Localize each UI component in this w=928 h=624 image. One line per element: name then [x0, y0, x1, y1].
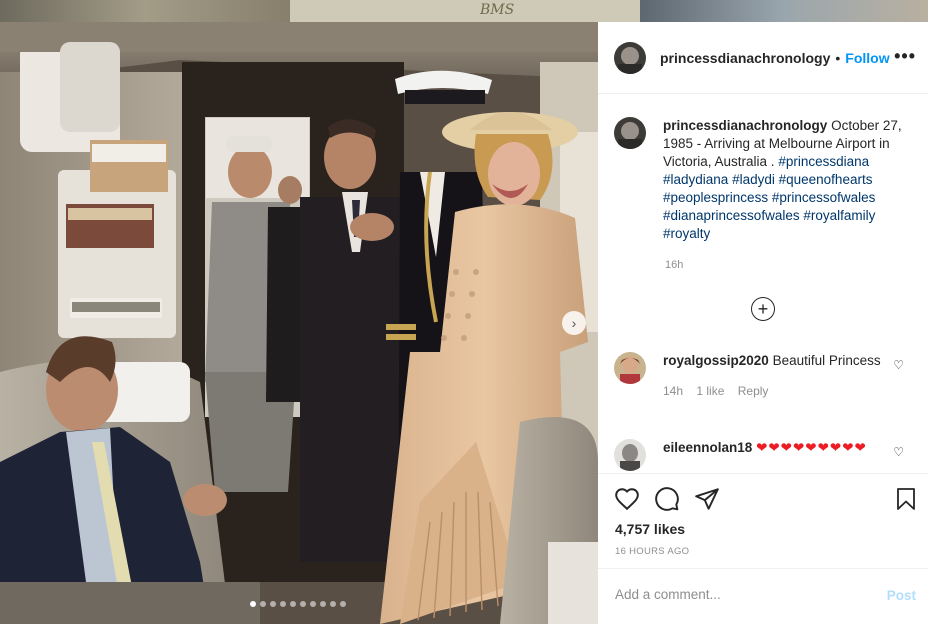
hashtag-link[interactable]: #ladydi	[732, 172, 775, 187]
post-comment-button[interactable]: Post	[887, 588, 916, 603]
avatar-image	[614, 352, 646, 384]
carousel-dot	[260, 601, 266, 607]
background-page-strip: BMS	[0, 0, 928, 22]
like-heart-icon[interactable]	[614, 486, 640, 512]
carousel-dots	[250, 601, 346, 607]
post-timestamp[interactable]: 16 HOURS AGO	[615, 546, 689, 557]
plus-circle-icon: +	[757, 299, 769, 319]
comment-item: royalgossip2020 Beautiful Princess 14h 1…	[614, 352, 914, 400]
likes-count[interactable]: 4,757 likes	[615, 521, 685, 537]
carousel-dot	[340, 601, 346, 607]
carousel-dot	[250, 601, 256, 607]
save-bookmark-icon[interactable]	[894, 486, 918, 512]
next-photo-button[interactable]: ›	[562, 311, 586, 335]
caption-text: princessdianachronology October 27, 1985…	[663, 117, 903, 243]
commenter-avatar[interactable]	[614, 439, 646, 471]
carousel-dot	[280, 601, 286, 607]
comment-item: eileennolan18 ❤❤❤❤❤❤❤❤❤ ♡	[614, 439, 914, 471]
share-paper-plane-icon[interactable]	[694, 486, 720, 512]
hashtag-link[interactable]: #peoplesprincess	[663, 190, 768, 205]
author-username[interactable]: princessdianachronology	[660, 50, 830, 66]
carousel-dot	[300, 601, 306, 607]
add-comment-input[interactable]	[615, 587, 865, 602]
comment-username[interactable]: royalgossip2020	[663, 353, 769, 368]
post-photo[interactable]: ›	[0, 22, 598, 624]
avatar-image	[614, 439, 646, 471]
post-side-panel: princessdianachronology • Follow ••• pri…	[598, 22, 928, 624]
comment-username[interactable]: eileennolan18	[663, 440, 752, 455]
background-image-center	[290, 0, 640, 22]
caption: princessdianachronology October 27, 1985…	[614, 117, 914, 243]
comment-text: ❤❤❤❤❤❤❤❤❤	[756, 440, 867, 455]
comment-meta: 14h 1 like Reply	[663, 382, 883, 400]
caption-avatar[interactable]	[614, 117, 646, 149]
avatar-image	[614, 41, 646, 74]
commenter-avatar[interactable]	[614, 352, 646, 384]
hashtag-link[interactable]: #queenofhearts	[779, 172, 873, 187]
caption-username[interactable]: princessdianachronology	[663, 118, 827, 133]
comment-time: 14h	[663, 384, 684, 398]
hashtag-link[interactable]: #royalty	[663, 226, 710, 241]
action-icons	[614, 486, 915, 514]
hashtag-link[interactable]: #dianaprincessofwales	[663, 208, 800, 223]
background-brand-text: BMS	[480, 2, 515, 18]
hashtag-link[interactable]: #princessofwales	[772, 190, 876, 205]
caption-time: 16h	[665, 259, 684, 271]
carousel-dot	[330, 601, 336, 607]
carousel-dot	[270, 601, 276, 607]
comment-reply-button[interactable]: Reply	[738, 384, 769, 398]
comments-scroll-area[interactable]: princessdianachronology October 27, 1985…	[598, 95, 928, 495]
post-actions: 4,757 likes 16 HOURS AGO	[598, 473, 928, 568]
follow-button[interactable]: Follow	[845, 50, 889, 66]
hashtag-link[interactable]: #royalfamily	[803, 208, 875, 223]
comment-text: Beautiful Princess	[772, 353, 881, 368]
comment-body: eileennolan18 ❤❤❤❤❤❤❤❤❤	[663, 439, 883, 471]
post-modal: › princessdianachronology • Follow ••• p…	[0, 22, 928, 624]
comment-like-heart-icon[interactable]: ♡	[893, 445, 904, 459]
carousel-dot	[290, 601, 296, 607]
avatar-image	[614, 117, 646, 149]
comment-body: royalgossip2020 Beautiful Princess 14h 1…	[663, 352, 883, 400]
comment-like-heart-icon[interactable]: ♡	[893, 358, 904, 372]
background-image-right	[640, 0, 928, 22]
comment-bubble-icon[interactable]	[654, 486, 680, 512]
photo-illustration	[0, 22, 598, 624]
load-more-comments-button[interactable]: +	[751, 297, 775, 321]
author-avatar[interactable]	[614, 41, 646, 74]
chevron-right-icon: ›	[571, 315, 577, 331]
add-comment-form: Post	[598, 568, 928, 624]
background-image-left	[0, 0, 290, 22]
hashtag-link[interactable]: #princessdiana	[778, 154, 869, 169]
comment-likes[interactable]: 1 like	[696, 384, 724, 398]
hashtag-link[interactable]: #ladydiana	[663, 172, 728, 187]
carousel-dot	[320, 601, 326, 607]
post-header: princessdianachronology • Follow •••	[598, 22, 928, 94]
header-separator: •	[835, 49, 841, 66]
more-options-icon[interactable]: •••	[894, 46, 916, 67]
carousel-dot	[310, 601, 316, 607]
